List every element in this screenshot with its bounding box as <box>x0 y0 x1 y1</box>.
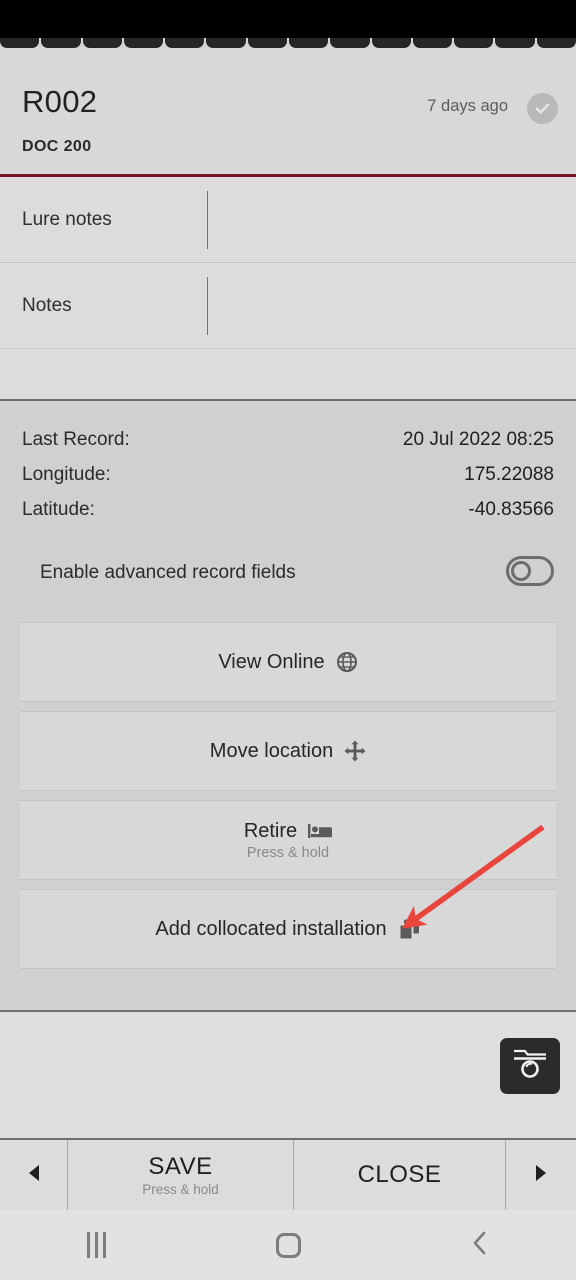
recents-button[interactable] <box>0 1232 192 1258</box>
lure-notes-label: Lure notes <box>22 208 112 230</box>
tab-segment-1[interactable] <box>41 38 81 48</box>
app-screen: R002 DOC 200 7 days ago Lure notes Notes… <box>0 0 576 1280</box>
record-header: R002 DOC 200 7 days ago <box>0 48 576 174</box>
detail-key: Latitude: <box>22 499 95 520</box>
save-hint: Press & hold <box>142 1182 219 1197</box>
camera-icon <box>511 1047 549 1086</box>
close-label: CLOSE <box>357 1161 442 1188</box>
tab-segment-11[interactable] <box>454 38 494 48</box>
notes-input[interactable] <box>215 263 576 348</box>
copy-icon <box>398 918 421 941</box>
tab-segment-7[interactable] <box>288 38 329 48</box>
triangle-right-icon <box>533 1164 549 1187</box>
detail-row: Last Record: 20 Jul 2022 08:25 <box>22 429 554 464</box>
back-chevron-icon <box>470 1230 490 1261</box>
lure-notes-input[interactable] <box>215 177 576 262</box>
page-title: R002 <box>22 84 98 119</box>
tab-segment-5[interactable] <box>206 38 246 48</box>
detail-row: Longitude: 175.22088 <box>22 464 554 499</box>
tab-segment-13[interactable] <box>536 38 576 48</box>
bottom-action-bar: SAVE Press & hold CLOSE <box>0 1138 576 1210</box>
close-button[interactable]: CLOSE <box>294 1140 506 1210</box>
android-nav-bar <box>0 1210 576 1280</box>
advanced-fields-row[interactable]: Enable advanced record fields <box>40 556 554 596</box>
triangle-left-icon <box>26 1164 42 1187</box>
move-arrows-icon <box>344 740 366 762</box>
details-section: Last Record: 20 Jul 2022 08:25 Longitude… <box>0 401 576 1010</box>
retire-button[interactable]: Retire Press & hold <box>20 800 556 880</box>
home-icon <box>275 1232 301 1258</box>
detail-key: Last Record: <box>22 429 130 450</box>
add-collocated-installation-label: Add collocated installation <box>155 917 387 940</box>
tab-segment-8[interactable] <box>330 38 370 48</box>
advanced-fields-toggle[interactable] <box>506 556 554 586</box>
detail-key: Longitude: <box>22 464 111 485</box>
notes-section: Lure notes Notes <box>0 177 576 399</box>
save-label: SAVE <box>148 1153 213 1180</box>
notes-label: Notes <box>22 294 72 316</box>
retire-hint: Press & hold <box>246 844 330 861</box>
notes-spacer <box>0 349 576 397</box>
previous-record-button[interactable] <box>0 1140 68 1210</box>
move-location-button[interactable]: Move location <box>20 711 556 791</box>
detail-value: 20 Jul 2022 08:25 <box>402 429 554 450</box>
record-tab-strip[interactable] <box>0 38 576 48</box>
tab-segment-10[interactable] <box>412 38 453 48</box>
photo-panel <box>0 1012 576 1138</box>
tab-segment-9[interactable] <box>371 38 411 48</box>
save-button[interactable]: SAVE Press & hold <box>68 1140 294 1210</box>
recents-icon <box>86 1232 106 1258</box>
globe-icon <box>336 651 358 673</box>
bed-icon <box>308 822 333 840</box>
tab-segment-3[interactable] <box>123 38 164 48</box>
next-record-button[interactable] <box>506 1140 576 1210</box>
action-button-list: View Online Move location Retire Press &… <box>0 622 576 969</box>
tab-segment-6[interactable] <box>247 38 287 48</box>
retire-label: Retire <box>243 819 298 842</box>
camera-button[interactable] <box>500 1038 560 1094</box>
view-online-button[interactable]: View Online <box>20 622 556 702</box>
tab-segment-12[interactable] <box>495 38 535 48</box>
add-collocated-installation-button[interactable]: Add collocated installation <box>20 889 556 969</box>
text-caret <box>207 276 208 335</box>
detail-row: Latitude: -40.83566 <box>22 499 554 534</box>
text-caret <box>207 190 208 249</box>
home-button[interactable] <box>192 1232 384 1258</box>
tab-segment-0[interactable] <box>0 38 40 48</box>
move-location-label: Move location <box>209 739 334 762</box>
view-online-label: View Online <box>218 650 325 673</box>
toggle-knob <box>511 561 531 581</box>
notes-row[interactable]: Notes <box>0 263 576 349</box>
check-circle-icon <box>527 93 558 124</box>
lure-notes-row[interactable]: Lure notes <box>0 177 576 263</box>
back-button[interactable] <box>384 1230 576 1261</box>
advanced-fields-label: Enable advanced record fields <box>40 562 296 583</box>
detail-value: 175.22088 <box>464 464 554 485</box>
record-code: DOC 200 <box>22 138 92 155</box>
tab-segment-4[interactable] <box>165 38 205 48</box>
details-list: Last Record: 20 Jul 2022 08:25 Longitude… <box>0 401 576 534</box>
detail-value: -40.83566 <box>468 499 554 520</box>
record-age-label: 7 days ago <box>427 97 508 115</box>
status-bar <box>0 0 576 38</box>
